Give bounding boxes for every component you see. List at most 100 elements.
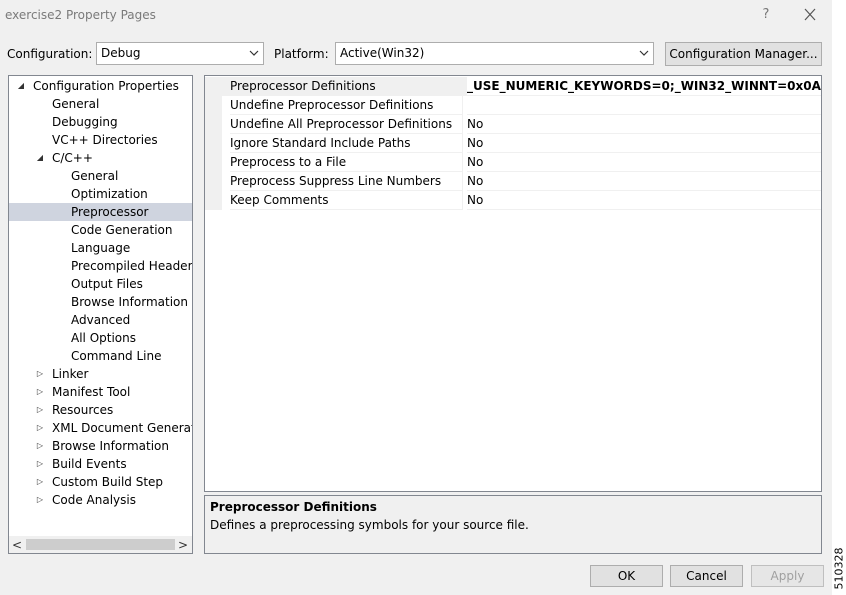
property-value[interactable]: No [467,172,821,191]
tree-item[interactable]: ◢ Configuration Properties [9,77,192,95]
tree-item[interactable]: ◢ C/C++ [9,149,192,167]
tree-item-label: General [52,97,100,111]
description-panel: Preprocessor Definitions Defines a prepr… [204,495,822,554]
property-name: Undefine All Preprocessor Definitions [230,115,462,134]
row-margin [205,172,222,191]
collapse-arrow-icon[interactable]: ◢ [16,77,26,95]
tree-item[interactable]: General [9,167,192,185]
cancel-button[interactable]: Cancel [670,565,743,587]
configuration-dropdown[interactable]: Debug [96,42,264,65]
tree-item[interactable]: Preprocessor [9,203,192,221]
collapse-arrow-icon[interactable]: ◢ [35,149,45,167]
column-divider [462,77,463,96]
description-text: Defines a preprocessing symbols for your… [210,518,529,532]
chevron-down-icon [639,50,649,56]
tree-item-label: Language [71,241,131,255]
figure-code: 510328 [832,540,846,595]
property-tree[interactable]: ◢ Configuration Properties General Debuggin… [8,75,193,554]
help-button[interactable]: ? [756,5,776,25]
tree-item[interactable]: ▷ Resources [9,401,192,419]
tree-item-label: Command Line [71,349,162,363]
apply-button[interactable]: Apply [751,565,824,587]
property-row[interactable]: Undefine All Preprocessor Definitions No [205,115,821,134]
chevron-down-icon [249,50,259,56]
window-title: exercise2 Property Pages [5,8,156,22]
tree-item[interactable]: ▷ XML Document Generator [9,419,192,437]
tree-item[interactable]: ▷ Browse Information [9,437,192,455]
property-row[interactable]: Undefine Preprocessor Definitions [205,96,821,115]
tree-item[interactable]: Language [9,239,192,257]
property-value[interactable] [467,96,821,115]
tree-item[interactable]: ▷ Code Analysis [9,491,192,509]
property-value[interactable]: No [467,153,821,172]
property-row[interactable]: Ignore Standard Include Paths No [205,134,821,153]
configuration-label: Configuration: [7,47,93,61]
tree-horizontal-scrollbar[interactable]: < > [9,536,192,553]
property-value[interactable]: No [467,134,821,153]
tree-item[interactable]: Output Files [9,275,192,293]
help-icon: ? [762,7,770,22]
tree-item[interactable]: All Options [9,329,192,347]
configuration-value: Debug [101,46,141,60]
tree-item[interactable]: Precompiled Headers [9,257,192,275]
platform-dropdown[interactable]: Active(Win32) [335,42,654,65]
tree-item-label: Custom Build Step [52,475,164,489]
tree-item[interactable]: ▷ Custom Build Step [9,473,192,491]
close-button[interactable] [798,4,822,26]
expand-arrow-icon[interactable]: ▷ [35,473,45,491]
expand-arrow-icon[interactable]: ▷ [35,401,45,419]
title-bar: exercise2 Property Pages ? [0,0,832,30]
property-value[interactable]: No [467,191,821,210]
tree-item-label: Preprocessor [71,205,149,219]
tree-item[interactable]: Command Line [9,347,192,365]
column-divider [462,115,463,134]
ok-button[interactable]: OK [590,565,663,587]
configuration-manager-button[interactable]: Configuration Manager... [665,42,822,66]
expand-arrow-icon[interactable]: ▷ [35,419,45,437]
tree-item[interactable]: Code Generation [9,221,192,239]
tree-item[interactable]: VC++ Directories [9,131,192,149]
property-row[interactable]: Keep Comments No [205,191,821,210]
expand-arrow-icon[interactable]: ▷ [35,365,45,383]
tree-item-label: Build Events [52,457,127,471]
tree-item-label: Browse Information [71,295,188,309]
property-name: Preprocess Suppress Line Numbers [230,172,462,191]
row-margin [205,115,222,134]
property-row[interactable]: Preprocessor Definitions _USE_NUMERIC_KEY… [205,77,821,96]
column-divider [462,191,463,210]
property-pages-dialog: exercise2 Property Pages ? Configuration… [0,0,832,595]
tree-item[interactable]: Browse Information [9,293,192,311]
tree-item-label: Code Analysis [52,493,136,507]
property-row[interactable]: Preprocess to a File No [205,153,821,172]
tree-item[interactable]: General [9,95,192,113]
expand-arrow-icon[interactable]: ▷ [35,455,45,473]
tree-item[interactable]: ▷ Manifest Tool [9,383,192,401]
tree-item[interactable]: ▷ Linker [9,365,192,383]
column-divider [462,134,463,153]
expand-arrow-icon[interactable]: ▷ [35,491,45,509]
tree-item-label: Configuration Properties [33,79,179,93]
tree-item[interactable]: ▷ Build Events [9,455,192,473]
tree-item-label: General [71,169,119,183]
expand-arrow-icon[interactable]: ▷ [35,383,45,401]
expand-arrow-icon[interactable]: ▷ [35,437,45,455]
tree-item[interactable]: Advanced [9,311,192,329]
column-divider [462,96,463,115]
property-name: Preprocessor Definitions [230,77,462,96]
tree-item-label: Resources [52,403,114,417]
tree-item[interactable]: Debugging [9,113,192,131]
tree-item[interactable]: Optimization [9,185,192,203]
tree-item-label: Browse Information [52,439,169,453]
close-icon [804,8,816,21]
row-margin [205,134,222,153]
scroll-right-icon[interactable]: > [178,538,188,552]
property-row[interactable]: Preprocess Suppress Line Numbers No [205,172,821,191]
scroll-thumb[interactable] [26,539,175,550]
property-value[interactable]: _USE_NUMERIC_KEYWORDS=0;_WIN32_WINNT=0x0… [467,77,821,96]
tree-item-label: Advanced [71,313,131,327]
property-value[interactable]: No [467,115,821,134]
tree-item-label: Linker [52,367,89,381]
scroll-left-icon[interactable]: < [12,538,22,552]
tree-item-label: C/C++ [52,151,93,165]
tree-item-label: XML Document Generator [52,421,193,435]
